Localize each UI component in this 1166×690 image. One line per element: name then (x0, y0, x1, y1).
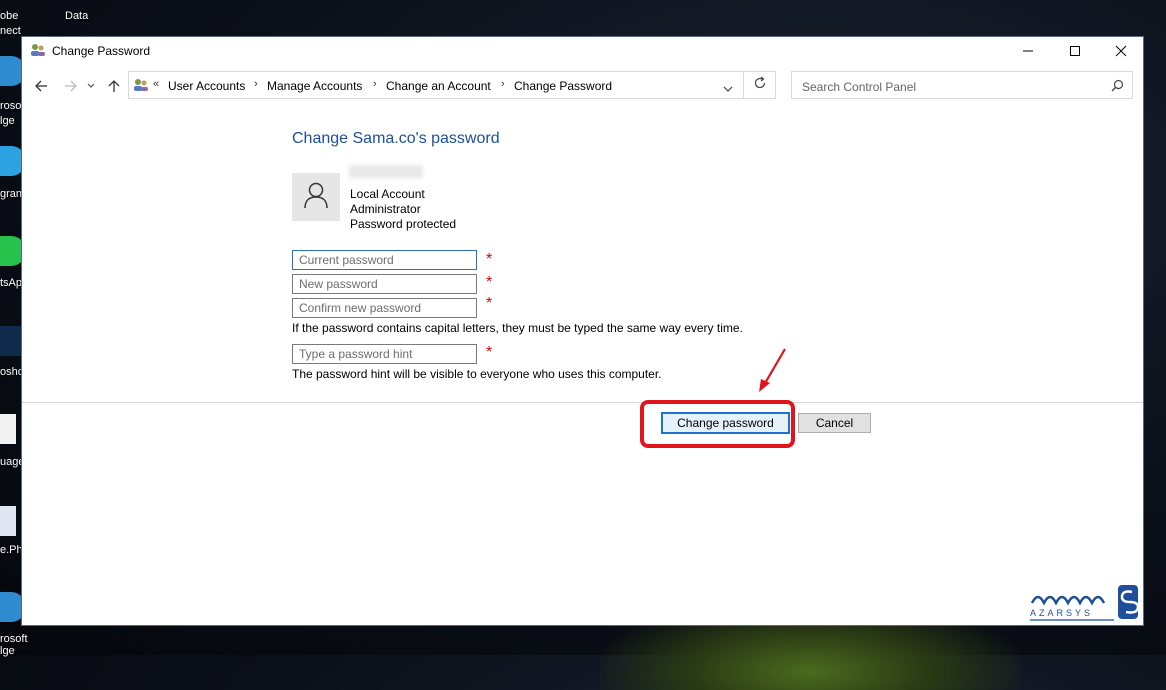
address-bar[interactable]: « User Accounts › Manage Accounts › Chan… (128, 71, 744, 99)
search-input[interactable] (800, 78, 1104, 96)
desktop-icon-label[interactable]: Data (65, 10, 88, 22)
desktop-icon-label[interactable]: rosoft (0, 633, 28, 645)
control-panel-icon (133, 78, 149, 97)
cancel-button[interactable]: Cancel (798, 413, 871, 433)
account-type: Local Account (350, 187, 425, 201)
blurred-account-name (349, 165, 423, 178)
recent-locations-chevron-icon[interactable] (85, 77, 97, 95)
current-password-field[interactable] (292, 250, 477, 270)
capital-letters-note: If the password contains capital letters… (292, 321, 743, 335)
breadcrumb-change-an-account[interactable]: Change an Account (386, 79, 491, 93)
refresh-button[interactable] (744, 71, 776, 99)
breadcrumb-separator[interactable]: › (373, 78, 377, 90)
back-arrow-icon[interactable] (32, 77, 50, 95)
user-avatar (292, 173, 340, 221)
required-asterisk: * (486, 251, 493, 268)
breadcrumb-change-password[interactable]: Change Password (514, 79, 612, 93)
refresh-icon (753, 76, 767, 95)
desktop-icon-label[interactable]: gran (0, 188, 22, 200)
up-arrow-icon[interactable] (105, 77, 123, 95)
required-asterisk: * (486, 274, 493, 291)
azarsys-logo: AZARSYS (1028, 583, 1140, 630)
maximize-button[interactable] (1052, 37, 1098, 65)
red-pointer-arrow-icon (755, 347, 789, 398)
desktop-icon-label[interactable]: lge (0, 115, 15, 127)
confirm-password-field[interactable] (292, 298, 477, 318)
page-title: Change Sama.co's password (292, 130, 500, 147)
search-icon[interactable] (1111, 79, 1124, 97)
required-asterisk: * (486, 344, 493, 361)
title-bar[interactable]: Change Password (22, 37, 1143, 65)
close-button[interactable] (1098, 37, 1144, 65)
navigation-bar: « User Accounts › Manage Accounts › Chan… (22, 71, 1143, 103)
account-role: Administrator (350, 202, 421, 216)
section-divider (22, 402, 1143, 403)
breadcrumb-overflow[interactable]: « (153, 78, 159, 90)
address-dropdown-chevron-icon[interactable] (723, 81, 733, 99)
desktop-icon-label[interactable]: obe (0, 10, 18, 22)
desktop-icon-label[interactable]: nect (0, 25, 21, 37)
breadcrumb-separator[interactable]: › (501, 78, 505, 90)
svg-text:AZARSYS: AZARSYS (1030, 608, 1093, 618)
search-box[interactable] (791, 71, 1133, 99)
required-asterisk: * (486, 295, 493, 312)
change-password-window: Change Password « User Accounts › Manage… (21, 36, 1144, 626)
desktop-icon-label[interactable]: lge (0, 645, 15, 657)
forward-arrow-icon[interactable] (62, 77, 80, 95)
breadcrumb-user-accounts[interactable]: User Accounts (168, 79, 245, 93)
desktop-icon-label[interactable]: e.Ph (0, 544, 23, 556)
minimize-button[interactable] (1005, 37, 1051, 65)
user-silhouette-icon (303, 181, 329, 214)
account-status: Password protected (350, 217, 457, 231)
password-hint-note: The password hint will be visible to eve… (292, 367, 662, 381)
desktop-icon-label[interactable]: tsAp (0, 277, 22, 289)
user-accounts-icon (30, 43, 46, 57)
highlight-box (640, 400, 795, 448)
password-hint-field[interactable] (292, 344, 477, 364)
new-password-field[interactable] (292, 274, 477, 294)
breadcrumb-separator[interactable]: › (254, 78, 258, 90)
breadcrumb-manage-accounts[interactable]: Manage Accounts (267, 79, 362, 93)
window-title: Change Password (52, 44, 151, 58)
